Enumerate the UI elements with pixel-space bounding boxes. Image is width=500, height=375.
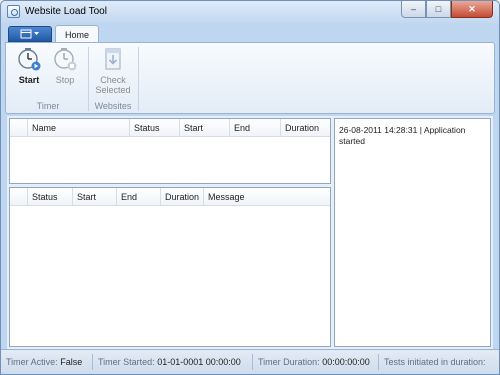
log-entry-time: 26-08-2011 14:28:31 — [339, 125, 418, 135]
tests-grid-header: Status Start End Duration Message — [10, 188, 330, 206]
close-button[interactable]: ✕ — [451, 1, 493, 18]
column-header-end[interactable]: End — [230, 119, 281, 137]
column-header-end[interactable]: End — [117, 188, 161, 206]
ribbon-tab-row: Home — [5, 24, 495, 44]
status-timer-active-label: Timer Active: — [6, 357, 58, 367]
status-tests-initiated: Tests initiated in duration: — [384, 357, 486, 367]
check-selected-button[interactable]: Check Selected — [92, 47, 134, 95]
minimize-button[interactable]: – — [401, 1, 426, 18]
document-arrow-icon — [105, 48, 121, 70]
status-timer-active-value: False — [60, 357, 83, 367]
start-label: Start — [18, 75, 40, 85]
column-header-message[interactable]: Message — [204, 188, 331, 206]
content-area: Name Status Start End Duration Status St… — [7, 116, 493, 349]
status-timer-duration-label: Timer Duration: — [258, 357, 320, 367]
timer-group-label: Timer — [36, 101, 60, 111]
application-menu-button[interactable] — [8, 26, 52, 42]
column-header-status[interactable]: Status — [130, 119, 180, 137]
status-bar: Timer Active: False Timer Started: 01-01… — [1, 349, 499, 374]
caption-buttons: – □ ✕ — [401, 1, 493, 18]
clock-stop-icon — [54, 48, 77, 71]
column-header-status[interactable]: Status — [28, 188, 73, 206]
column-header-duration[interactable]: Duration — [161, 188, 204, 206]
window-title: Website Load Tool — [25, 6, 107, 17]
stop-button[interactable]: Stop — [48, 47, 82, 85]
status-timer-duration: Timer Duration: 00:00:00:00 — [253, 354, 379, 370]
stop-label: Stop — [55, 75, 75, 85]
main-window: Website Load Tool – □ ✕ Home Start Stop … — [0, 0, 500, 375]
check-selected-label-2: Selected — [95, 85, 131, 95]
app-menu-icon — [20, 29, 39, 39]
check-selected-label-1: Check — [100, 75, 126, 85]
log-pane[interactable]: 26-08-2011 14:28:31 | Application starte… — [334, 118, 491, 347]
start-button[interactable]: Start — [12, 47, 46, 85]
status-timer-started: Timer Started: 01-01-0001 00:00:00 — [93, 354, 253, 370]
title-bar[interactable]: Website Load Tool – □ ✕ — [1, 1, 499, 23]
clock-play-icon — [18, 48, 41, 71]
log-entry-separator: | — [419, 125, 422, 135]
app-icon[interactable] — [7, 5, 20, 18]
row-header-column[interactable] — [10, 119, 28, 137]
column-header-duration[interactable]: Duration — [281, 119, 331, 137]
status-timer-duration-value: 00:00:00:00 — [322, 357, 370, 367]
websites-grid[interactable]: Name Status Start End Duration — [9, 118, 331, 184]
websites-grid-header: Name Status Start End Duration — [10, 119, 330, 137]
status-timer-active: Timer Active: False — [1, 354, 93, 370]
maximize-button[interactable]: □ — [426, 1, 451, 18]
group-separator — [88, 47, 89, 111]
ribbon-panel: Start Stop Timer Check Selected Websites — [5, 42, 495, 114]
websites-group-label: Websites — [94, 101, 132, 111]
row-header-column[interactable] — [10, 188, 28, 206]
column-header-start[interactable]: Start — [73, 188, 117, 206]
status-timer-started-label: Timer Started: — [98, 357, 155, 367]
tests-grid[interactable]: Status Start End Duration Message — [9, 187, 331, 347]
column-header-start[interactable]: Start — [180, 119, 230, 137]
group-separator — [138, 47, 139, 111]
column-header-name[interactable]: Name — [28, 119, 130, 137]
status-timer-started-value: 01-01-0001 00:00:00 — [157, 357, 241, 367]
log-entry: 26-08-2011 14:28:31 | Application starte… — [339, 125, 489, 147]
